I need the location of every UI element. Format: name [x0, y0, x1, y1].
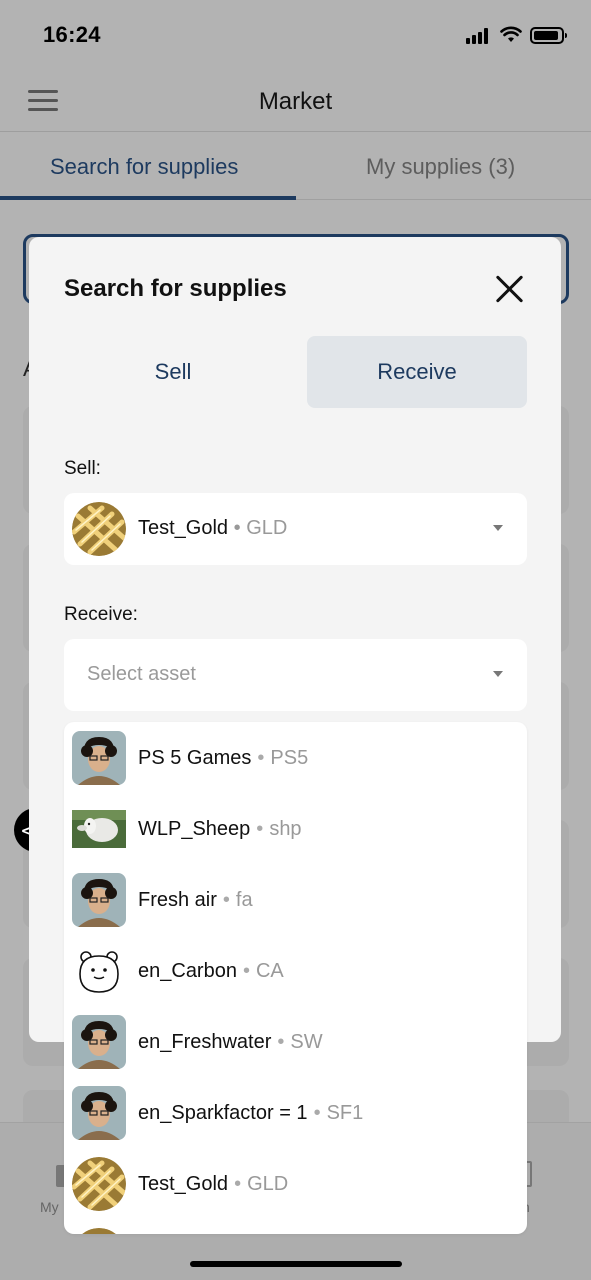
- option-name: en_Freshwater: [138, 1031, 272, 1053]
- option-code: SF1: [326, 1102, 364, 1124]
- person-avatar-icon: [72, 1015, 126, 1069]
- tab-my-supplies[interactable]: My supplies (3): [366, 154, 515, 180]
- receive-asset-placeholder: Select asset: [87, 663, 196, 685]
- tab-bar: Search for supplies My supplies (3): [0, 132, 591, 200]
- sell-asset-value: Test_Gold • GLD: [138, 517, 288, 539]
- chevron-down-icon: [493, 671, 503, 677]
- bear-face-icon: [72, 944, 126, 998]
- list-item[interactable]: PS 5 Games • PS5: [64, 722, 527, 793]
- option-code: PS5: [270, 747, 309, 769]
- home-indicator: [190, 1261, 402, 1267]
- option-code: shp: [269, 818, 302, 840]
- person-avatar-icon: [72, 1086, 126, 1140]
- option-code: fa: [235, 889, 253, 911]
- sheep-photo-icon: [72, 802, 126, 856]
- option-name: PS 5 Games: [138, 747, 252, 769]
- segment-sell[interactable]: Sell: [64, 336, 282, 408]
- list-item[interactable]: WLP_Sheep • shp: [64, 793, 527, 864]
- status-time: 16:24: [43, 22, 101, 47]
- segment-receive[interactable]: Receive: [307, 336, 527, 408]
- close-icon[interactable]: [493, 273, 525, 305]
- option-code: SW: [290, 1031, 323, 1053]
- person-avatar-icon: [72, 731, 126, 785]
- sell-asset-select[interactable]: Test_Gold • GLD: [64, 493, 527, 565]
- app-bar: Market: [0, 66, 591, 132]
- page-title: Market: [258, 88, 333, 115]
- list-item[interactable]: Fresh air • fa: [64, 864, 527, 935]
- list-item[interactable]: en_Carbon • CA: [64, 935, 527, 1006]
- option-code: GLD: [247, 1173, 289, 1195]
- receive-asset-select[interactable]: Select asset: [64, 639, 527, 711]
- asset-dropdown-list[interactable]: PS 5 Games • PS5 WLP_Sheep • shp Fresh air • f…: [64, 722, 527, 1234]
- gold-bars-icon: [72, 502, 126, 556]
- option-name: en_Sparkfactor = 1: [138, 1102, 308, 1124]
- option-name: Test_Gold: [138, 1173, 229, 1195]
- tab-search-for-supplies[interactable]: Search for supplies: [50, 154, 238, 180]
- active-tab-indicator: [0, 196, 296, 200]
- gold-bars-icon: [72, 1228, 126, 1234]
- gold-bars-icon: [72, 1157, 126, 1211]
- option-code: CA: [255, 960, 284, 982]
- signal-icon: [466, 28, 492, 44]
- list-item-partial[interactable]: [64, 1219, 527, 1234]
- person-avatar-icon: [72, 873, 126, 927]
- list-item[interactable]: Test_Gold • GLD: [64, 1148, 527, 1219]
- modal-title: Search for supplies: [64, 275, 287, 302]
- list-item[interactable]: en_Freshwater • SW: [64, 1006, 527, 1077]
- chevron-down-icon: [493, 525, 503, 531]
- status-bar: 16:24: [0, 0, 591, 66]
- option-name: en_Carbon: [138, 960, 237, 982]
- wifi-icon: [500, 26, 522, 42]
- nav-label-left: My: [40, 1199, 59, 1215]
- receive-field-label: Receive:: [64, 604, 138, 625]
- list-item[interactable]: en_Sparkfactor = 1 • SF1: [64, 1077, 527, 1148]
- battery-icon: [530, 27, 567, 44]
- sell-field-label: Sell:: [64, 458, 101, 479]
- option-name: Fresh air: [138, 889, 217, 911]
- option-name: WLP_Sheep: [138, 818, 251, 840]
